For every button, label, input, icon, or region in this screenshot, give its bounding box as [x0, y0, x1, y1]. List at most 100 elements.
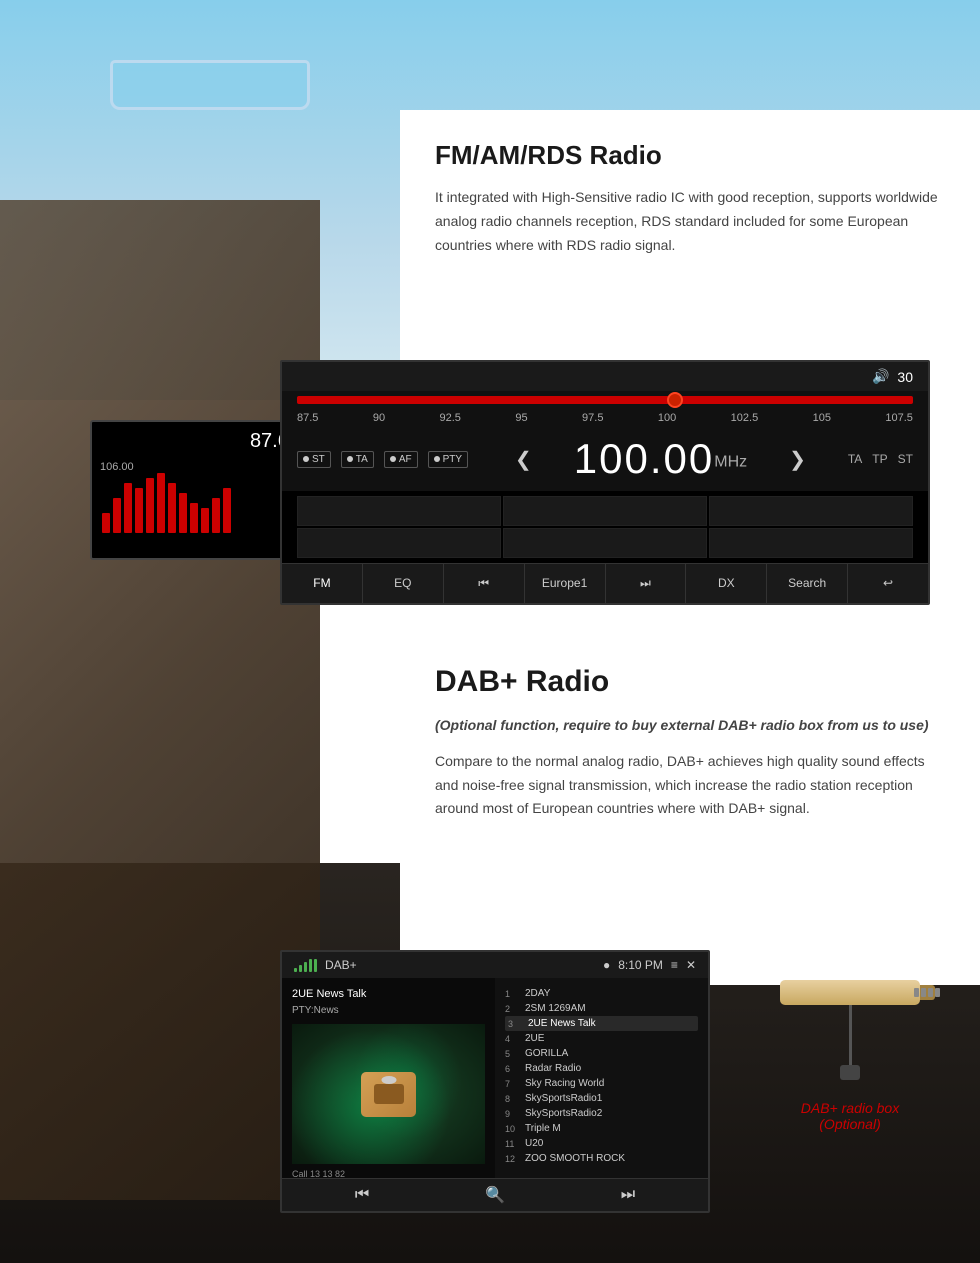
bar-3	[124, 483, 132, 533]
fm-section: FM/AM/RDS Radio It integrated with High-…	[400, 110, 980, 282]
dab-box-label: DAB+ radio box (Optional)	[740, 1100, 960, 1132]
volume-icon: 🔊	[872, 368, 889, 385]
dab-bottom-controls: ⏮ 🔍 ⏭	[282, 1178, 708, 1211]
volume-number: 30	[897, 369, 913, 385]
dashboard-bars	[92, 473, 308, 533]
call-label: Call 13 13 82	[292, 1169, 485, 1178]
bar-9	[190, 503, 198, 533]
dab-time: 8:10 PM	[618, 958, 663, 972]
dab-search-button[interactable]: 🔍	[485, 1185, 505, 1205]
freq-unit: MHz	[714, 454, 747, 471]
dongle-pins	[914, 988, 940, 997]
freq-label-875: 87.5	[297, 412, 318, 424]
car-interior-overlay	[0, 200, 320, 1200]
fm-description: It integrated with High-Sensitive radio …	[435, 186, 945, 257]
freq-label-975: 97.5	[582, 412, 603, 424]
channel-item-5[interactable]: 5GORILLA	[505, 1046, 698, 1061]
dab-signal-bars	[294, 958, 317, 972]
radio-ui-mockup: 🔊 30 87.5 90 92.5 95 97.5 100 102.5 105 …	[280, 360, 930, 605]
channel-item-4[interactable]: 42UE	[505, 1031, 698, 1046]
channel-item-7[interactable]: 7Sky Racing World	[505, 1076, 698, 1091]
radio-right-labels: TA TP ST	[848, 452, 913, 466]
fm-button[interactable]: FM	[282, 564, 363, 603]
dab-box-visual	[760, 970, 940, 1090]
channel-item-11[interactable]: 11U20	[505, 1136, 698, 1151]
freq-prev-button[interactable]: ❮	[515, 447, 532, 472]
cable	[849, 1005, 852, 1065]
dx-button[interactable]: DX	[686, 564, 767, 603]
preset-2[interactable]	[503, 496, 707, 526]
dab-section: DAB+ Radio (Optional function, require t…	[400, 635, 980, 846]
badge-pty[interactable]: PTY	[428, 451, 468, 468]
channel-item-8[interactable]: 8SkySportsRadio1	[505, 1091, 698, 1106]
dashboard-freq-display: 87.60	[92, 422, 308, 461]
dashboard-screen: 87.60 106.00	[90, 420, 310, 560]
dab-prev-button[interactable]: ⏮	[355, 1186, 369, 1204]
channel-item-12[interactable]: 12ZOO SMOOTH ROCK	[505, 1151, 698, 1166]
preset-6[interactable]	[709, 528, 913, 558]
freq-label-1025: 102.5	[731, 412, 759, 424]
radio-volume-bar: 🔊 30	[282, 362, 928, 391]
bar-2	[113, 498, 121, 533]
pin-3	[928, 988, 933, 997]
radio-icon	[361, 1072, 416, 1117]
badge-ta[interactable]: TA	[341, 451, 374, 468]
dab-content: 2UE News Talk PTY:News Call 13 13 82 12D…	[282, 978, 708, 1178]
channel-item-10[interactable]: 10Triple M	[505, 1121, 698, 1136]
pin-4	[935, 988, 940, 997]
dab-top-left: DAB+	[294, 958, 357, 972]
station-name: 2UE News Talk	[292, 988, 485, 1000]
next-button[interactable]: ⏭	[606, 564, 687, 603]
dashboard-sub-freq: 106.00	[92, 461, 308, 473]
preset-5[interactable]	[503, 528, 707, 558]
preset-1[interactable]	[297, 496, 501, 526]
frequency-track[interactable]	[297, 396, 913, 404]
dab-top-right: ● 8:10 PM ≡ ✕	[603, 958, 696, 972]
dab-next-button[interactable]: ⏭	[621, 1186, 635, 1204]
channel-item-3[interactable]: 32UE News Talk	[505, 1016, 698, 1031]
radio-bottom-bar: FM EQ ⏮ Europe1 ⏭ DX Search ↩	[282, 563, 928, 603]
dab-heading: DAB+ Radio	[435, 665, 945, 699]
frequency-display: 100.00MHz	[574, 435, 747, 483]
channel-item-6[interactable]: 6Radar Radio	[505, 1061, 698, 1076]
dab-description: Compare to the normal analog radio, DAB+…	[435, 750, 945, 821]
preset-grid	[282, 491, 928, 563]
dab-artwork	[292, 1024, 485, 1164]
bar-11	[212, 498, 220, 533]
dab-dongle-shape	[760, 970, 940, 1090]
pin-1	[914, 988, 919, 997]
antenna-plug	[840, 1065, 860, 1080]
dab-label: DAB+	[325, 958, 357, 972]
preset-4[interactable]	[297, 528, 501, 558]
channel-item-9[interactable]: 9SkySportsRadio2	[505, 1106, 698, 1121]
fm-heading: FM/AM/RDS Radio	[435, 140, 945, 171]
eq-button[interactable]: EQ	[363, 564, 444, 603]
channel-item-1[interactable]: 12DAY	[505, 986, 698, 1001]
freq-next-button[interactable]: ❯	[789, 447, 806, 472]
bar-8	[179, 493, 187, 533]
frequency-slider-container: 87.5 90 92.5 95 97.5 100 102.5 105 107.5	[282, 391, 928, 427]
signal-bar-4	[309, 959, 312, 972]
rearview-mirror	[110, 60, 310, 110]
channel-item-2[interactable]: 22SM 1269AM	[505, 1001, 698, 1016]
europe1-button[interactable]: Europe1	[525, 564, 606, 603]
signal-bar-1	[294, 968, 297, 972]
bar-6	[157, 473, 165, 533]
search-button[interactable]: Search	[767, 564, 848, 603]
badge-st[interactable]: ST	[297, 451, 331, 468]
prev-button[interactable]: ⏮	[444, 564, 525, 603]
dab-ui-mockup: DAB+ ● 8:10 PM ≡ ✕ 2UE News Talk PTY:New…	[280, 950, 710, 1213]
frequency-thumb[interactable]	[667, 392, 683, 408]
back-button[interactable]: ↩	[848, 564, 928, 603]
badge-af[interactable]: AF	[384, 451, 418, 468]
dab-optional-text: (Optional function, require to buy exter…	[435, 714, 945, 738]
label-tp: TP	[872, 452, 887, 466]
freq-label-90: 90	[373, 412, 385, 424]
radio-controls-row: ST TA AF PTY ❮ 100.00MHz ❯ TA TP ST	[282, 427, 928, 491]
preset-3[interactable]	[709, 496, 913, 526]
freq-label-925: 92.5	[440, 412, 461, 424]
dab-left-panel: 2UE News Talk PTY:News Call 13 13 82	[282, 978, 495, 1178]
bar-7	[168, 483, 176, 533]
freq-label-100: 100	[658, 412, 676, 424]
label-ta: TA	[848, 452, 862, 466]
